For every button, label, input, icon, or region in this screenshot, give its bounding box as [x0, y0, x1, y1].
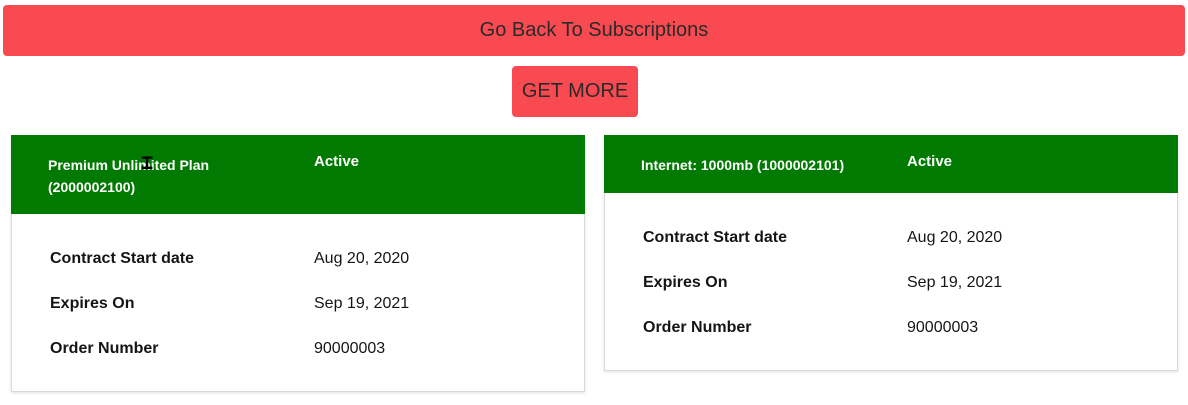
contract-start-date-label: Contract Start date — [50, 250, 195, 267]
go-back-to-subscriptions-button[interactable]: Go Back To Subscriptions — [3, 5, 1185, 56]
plan-name: Premium Unlimited Plan (2000002100) — [48, 157, 210, 195]
order-number-value: 90000003 — [907, 319, 979, 336]
plan-name: Internet: 1000mb (1000002101) — [641, 157, 845, 173]
contract-start-date-value: Aug 20, 2020 — [907, 229, 1003, 246]
subscription-card-header: Internet: 1000mb (1000002101) Active — [604, 135, 1178, 193]
order-number-value: 90000003 — [314, 340, 386, 357]
plan-status: Active — [907, 153, 953, 170]
expires-on-label: Expires On — [643, 274, 728, 291]
order-number-label: Order Number — [643, 319, 752, 336]
subscription-card-header: Premium Unlimited Plan (2000002100) Acti… — [11, 135, 585, 214]
contract-start-date-label: Contract Start date — [643, 229, 788, 246]
order-number-label: Order Number — [50, 340, 159, 357]
subscription-card: Internet: 1000mb (1000002101) Active Con… — [604, 135, 1178, 371]
expires-on-value: Sep 19, 2021 — [907, 274, 1003, 291]
get-more-button[interactable]: GET MORE — [512, 66, 638, 117]
contract-start-date-value: Aug 20, 2020 — [314, 250, 410, 267]
subscription-card: Premium Unlimited Plan (2000002100) Acti… — [11, 135, 585, 392]
plan-status: Active — [314, 153, 360, 170]
expires-on-value: Sep 19, 2021 — [314, 295, 410, 312]
expires-on-label: Expires On — [50, 295, 135, 312]
